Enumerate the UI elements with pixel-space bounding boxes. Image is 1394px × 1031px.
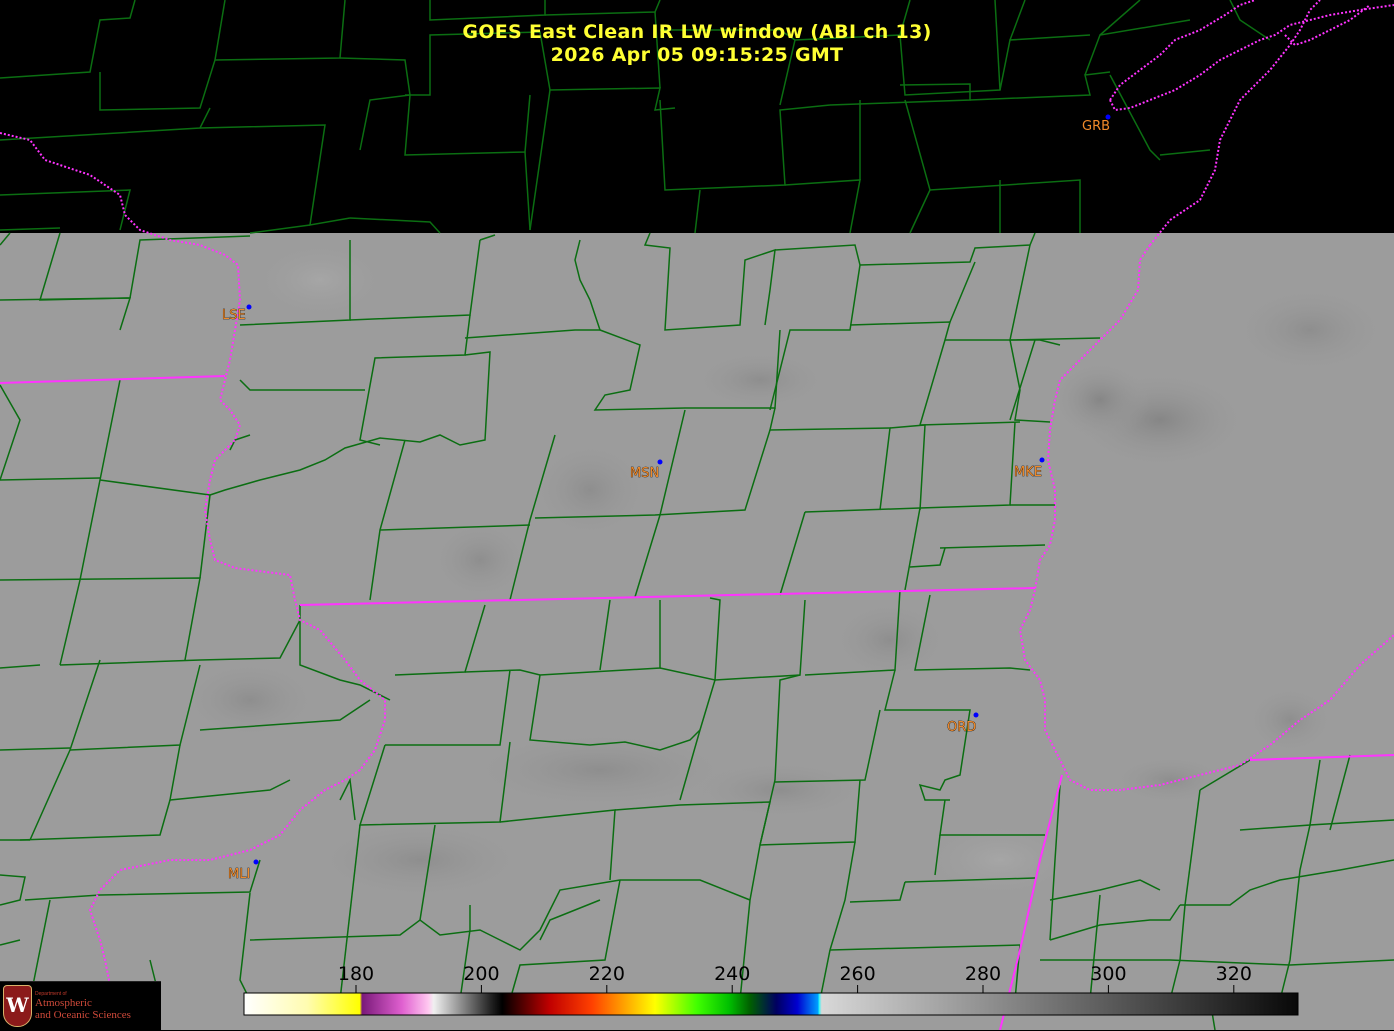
colorbar-tick-label: 220 xyxy=(589,963,625,985)
colorbar-tick-label: 200 xyxy=(463,963,499,985)
station-ord-label: ORD xyxy=(947,720,976,735)
map-canvas: GRB LSE MSN MKE ORD MLI 180 200 220 240 260 2… xyxy=(0,0,1394,1030)
colorbar-tick-label: 320 xyxy=(1216,963,1252,985)
station-mke-label: MKE xyxy=(1014,465,1042,480)
satellite-image-viewer: GRB LSE MSN MKE ORD MLI 180 200 220 240 260 2… xyxy=(0,0,1394,1031)
uw-crest-icon: W xyxy=(3,985,32,1027)
station-lse-label: LSE xyxy=(222,308,246,323)
image-title: GOES East Clean IR LW window (ABI ch 13) xyxy=(462,21,932,43)
station-msn-label: MSN xyxy=(630,466,659,481)
logo-line1: Atmospheric xyxy=(35,997,92,1009)
station-lse-dot xyxy=(246,304,252,310)
colorbar-tick-label: 300 xyxy=(1090,963,1126,985)
logo-line2: and Oceanic Sciences xyxy=(35,1009,131,1021)
colorbar-tick-label: 180 xyxy=(338,963,374,985)
colorbar-tick-label: 280 xyxy=(965,963,1001,985)
image-timestamp: 2026 Apr 05 09:15:25 GMT xyxy=(550,44,844,66)
aos-logo: W Department of Atmospheric and Oceanic … xyxy=(0,981,161,1031)
colorbar-tick-label: 240 xyxy=(714,963,750,985)
station-mli-dot xyxy=(253,859,259,865)
station-msn-dot xyxy=(657,459,663,465)
station-mli-label: MLI xyxy=(228,867,250,882)
station-mke-dot xyxy=(1039,457,1045,463)
colorbar-tick-label: 260 xyxy=(839,963,875,985)
station-ord-dot xyxy=(973,712,979,718)
colorbar-gradient xyxy=(243,992,1299,1016)
station-grb-label: GRB xyxy=(1082,119,1110,134)
